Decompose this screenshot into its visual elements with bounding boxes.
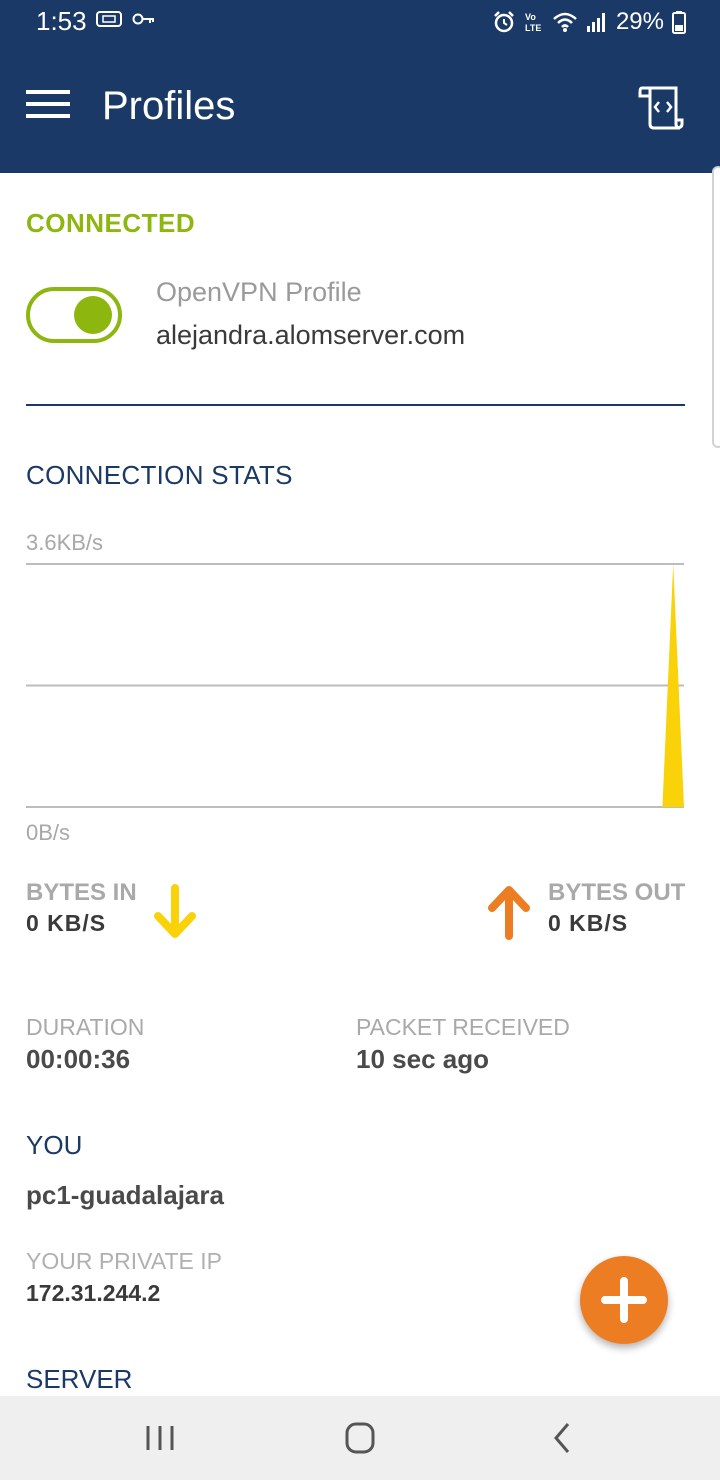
plus-icon — [601, 1277, 647, 1323]
arrow-up-icon — [488, 886, 530, 940]
bytes-in-label: BYTES IN — [26, 879, 137, 906]
add-profile-button[interactable] — [580, 1256, 668, 1344]
home-button[interactable] — [338, 1418, 382, 1458]
volte-icon: Vo LTE — [525, 12, 541, 33]
svg-text:Vo: Vo — [525, 12, 536, 22]
status-bar: 1:53 Vo LTE 29% — [0, 0, 720, 42]
profile-host: alejandra.alomserver.com — [156, 320, 466, 350]
page-title: Profiles — [102, 84, 236, 128]
private-ip-value: 172.31.244.2 — [26, 1280, 161, 1306]
divider — [26, 404, 685, 406]
packet-received-label: PACKET RECEIVED — [356, 1014, 570, 1040]
signal-icon — [586, 13, 605, 32]
home-icon — [345, 1422, 375, 1454]
battery-icon — [672, 11, 686, 34]
log-button[interactable] — [636, 84, 688, 134]
packet-received-value: 10 sec ago — [356, 1044, 489, 1074]
chart-min-label: 0B/s — [26, 820, 71, 845]
stats-heading: CONNECTION STATS — [26, 460, 293, 490]
alarm-icon — [494, 11, 514, 33]
scroll-indicator[interactable] — [712, 166, 720, 448]
svg-text:LTE: LTE — [525, 23, 541, 33]
chart-max-label: 3.6KB/s — [26, 530, 104, 555]
app-bar: Profiles — [0, 42, 720, 173]
status-time: 1:53 — [36, 6, 87, 36]
connection-status: CONNECTED — [26, 208, 196, 238]
bytes-out-value: 0 KB/S — [548, 910, 629, 936]
bytes-out-label: BYTES OUT — [548, 879, 686, 906]
menu-button[interactable] — [24, 86, 74, 126]
sim-card-icon — [96, 11, 122, 27]
bytes-in-value: 0 KB/S — [26, 910, 107, 936]
duration-value: 00:00:36 — [26, 1044, 131, 1074]
back-icon — [554, 1423, 570, 1453]
traffic-chart — [26, 563, 684, 808]
hamburger-menu-icon — [26, 90, 70, 118]
profile-type: OpenVPN Profile — [156, 277, 362, 307]
server-heading: SERVER — [26, 1364, 133, 1394]
vpn-key-icon — [132, 13, 154, 25]
log-file-icon — [638, 86, 684, 130]
device-name: pc1-guadalajara — [26, 1180, 224, 1210]
connection-toggle[interactable] — [26, 287, 122, 343]
you-heading: YOU — [26, 1130, 83, 1160]
battery-percent: 29% — [615, 8, 664, 35]
wifi-icon — [553, 12, 577, 32]
recent-apps-icon — [146, 1426, 174, 1450]
back-button[interactable] — [540, 1418, 584, 1458]
recent-apps-button[interactable] — [138, 1418, 182, 1458]
toggle-knob — [74, 296, 112, 334]
duration-label: DURATION — [26, 1014, 145, 1040]
arrow-down-icon — [154, 884, 196, 938]
system-nav-bar — [0, 1396, 720, 1480]
private-ip-label: YOUR PRIVATE IP — [26, 1248, 222, 1274]
